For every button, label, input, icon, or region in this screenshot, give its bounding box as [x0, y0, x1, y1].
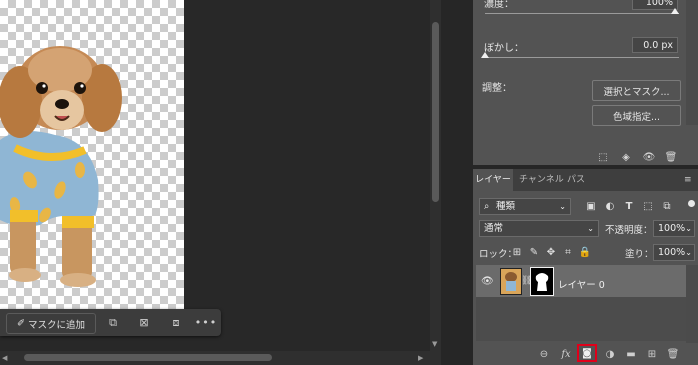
properties-scrollbar[interactable]	[686, 0, 698, 125]
filter-smart-object-icon[interactable]: ⧉	[660, 199, 674, 213]
vertical-scroll-thumb[interactable]	[432, 22, 439, 202]
chevron-down-icon: ⌄	[685, 224, 692, 233]
lock-artboard-icon[interactable]: ⌗	[561, 245, 575, 259]
layers-scrollbar[interactable]	[686, 265, 698, 343]
new-group-icon[interactable]: ▬	[623, 346, 639, 362]
filter-type-icon[interactable]: T	[622, 199, 636, 213]
fill-field[interactable]: 100% ⌄	[653, 244, 695, 261]
density-slider-track[interactable]	[485, 13, 679, 14]
scroll-down-arrow-icon[interactable]: ▼	[432, 340, 437, 348]
chevron-down-icon: ⌄	[559, 202, 566, 211]
scroll-left-arrow-icon[interactable]: ◀	[2, 354, 7, 362]
dog-thumbnail-icon	[505, 272, 517, 291]
layers-panel-tabs: レイヤー チャンネル パス ≡	[473, 169, 698, 191]
mask-refine-icon[interactable]: ⧉	[104, 314, 122, 331]
trash-icon[interactable]: 🗑	[665, 346, 681, 362]
layer-mask-thumbnail[interactable]	[530, 267, 554, 296]
layer-name[interactable]: レイヤー 0	[558, 277, 605, 291]
adjustment-layer-icon[interactable]: ◑	[602, 346, 618, 362]
panel-gutter	[441, 0, 473, 365]
layer-thumbnail[interactable]	[500, 268, 522, 295]
load-selection-icon[interactable]: ⬚	[595, 148, 611, 166]
delete-icon[interactable]: 🗑	[663, 148, 679, 166]
feather-slider-track[interactable]	[485, 57, 679, 58]
more-options-icon[interactable]: •••	[195, 314, 216, 331]
horizontal-scroll-thumb[interactable]	[24, 354, 272, 361]
add-to-mask-button[interactable]: ✐ マスクに追加	[6, 313, 96, 334]
chevron-down-icon: ⌄	[685, 248, 692, 257]
opacity-label: 不透明度：	[605, 225, 653, 236]
dog-image	[0, 46, 122, 287]
scroll-right-arrow-icon[interactable]: ▶	[418, 354, 423, 362]
filter-pixel-icon[interactable]: ▣	[584, 199, 598, 213]
lock-pixels-icon[interactable]: ✎	[527, 245, 541, 259]
add-to-mask-label: マスクに追加	[27, 319, 85, 331]
blend-mode-value: 通常	[484, 223, 504, 234]
visibility-icon[interactable]: 👁	[641, 148, 657, 166]
chevron-down-icon: ⌄	[587, 224, 594, 233]
panel-menu-icon[interactable]: ≡	[684, 175, 692, 185]
lock-position-icon[interactable]: ✥	[544, 245, 558, 259]
invert-mask-icon[interactable]: ⊠	[135, 314, 153, 331]
filter-toggle-icon[interactable]	[688, 200, 695, 207]
lock-all-icon[interactable]: 🔒	[578, 245, 592, 259]
layer-visibility-eye-icon[interactable]: 👁	[481, 276, 494, 287]
density-label: 濃度：	[484, 0, 514, 10]
filter-shape-icon[interactable]: ⬚	[641, 199, 655, 213]
link-layers-icon[interactable]: ⊖	[536, 346, 552, 362]
layers-footer: ⊖ fx ◙ ◑ ▬ ⊞ 🗑	[473, 343, 698, 365]
fill-label: 塗り：	[625, 249, 654, 260]
blend-mode-dropdown[interactable]: 通常 ⌄	[479, 220, 599, 237]
filter-adjustment-icon[interactable]: ◐	[603, 199, 617, 213]
tab-layers[interactable]: レイヤー	[473, 169, 513, 191]
adjust-label: 調整：	[482, 83, 512, 94]
color-range-button[interactable]: 色域指定...	[592, 105, 681, 126]
brush-icon: ✐	[17, 318, 25, 329]
feather-label: ぼかし：	[484, 43, 524, 54]
layers-list-empty-area	[476, 297, 686, 341]
lock-transparent-icon[interactable]: ⊞	[510, 245, 524, 259]
add-layer-mask-icon[interactable]: ◙	[577, 344, 597, 362]
fill-value: 100%	[658, 247, 686, 258]
apply-mask-icon[interactable]: ◈	[618, 148, 634, 166]
filter-kind-value: 種類	[496, 201, 516, 212]
density-slider-knob[interactable]	[671, 8, 679, 14]
filter-kind-dropdown[interactable]: ⌕ 種類 ⌄	[479, 198, 571, 215]
fill-mask-icon[interactable]: ⧈	[167, 314, 185, 331]
tab-paths[interactable]: パス	[567, 169, 585, 191]
feather-field[interactable]: 0.0 px	[632, 37, 678, 53]
feather-slider-knob[interactable]	[481, 52, 489, 58]
mask-silhouette-icon	[535, 273, 549, 291]
opacity-value: 100%	[658, 223, 686, 234]
new-layer-icon[interactable]: ⊞	[644, 346, 660, 362]
search-icon: ⌕	[484, 201, 490, 212]
select-and-mask-button[interactable]: 選択とマスク...	[592, 80, 681, 101]
contextual-task-bar: ✐ マスクに追加 ⧉ ⊠ ⧈ •••	[0, 309, 221, 336]
tab-channels[interactable]: チャンネル	[519, 169, 564, 191]
fx-icon[interactable]: fx	[558, 346, 574, 362]
opacity-field[interactable]: 100% ⌄	[653, 220, 695, 237]
